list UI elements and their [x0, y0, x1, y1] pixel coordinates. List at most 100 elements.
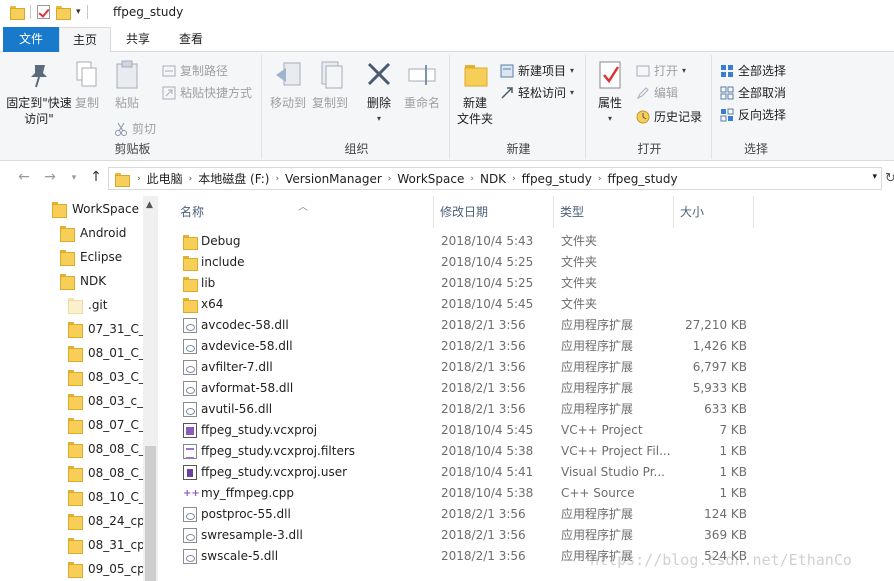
tree-item[interactable]: WorkSpace [52, 197, 139, 221]
file-row[interactable]: avformat-58.dll 2018/2/1 3:56 应用程序扩展 5,933 … [158, 378, 894, 399]
file-row[interactable]: include 2018/10/4 5:25 文件夹 [158, 252, 894, 273]
chevron-right-icon[interactable]: › [135, 174, 143, 184]
folder-icon [183, 255, 198, 271]
breadcrumb-ffpeg-study-current[interactable]: ffpeg_study [603, 172, 681, 186]
select-none-button[interactable]: 全部取消 [720, 83, 786, 103]
cut-button[interactable]: 剪切 [114, 119, 156, 139]
file-row[interactable]: ffpeg_study.vcxproj.filters 2018/10/4 5:3… [158, 441, 894, 462]
file-size: 1,426 KB [692, 339, 747, 353]
file-row[interactable]: ffpeg_study.vcxproj 2018/10/4 5:45 VC++ Pr… [158, 420, 894, 441]
file-row[interactable]: my_ffmpeg.cpp 2018/10/4 5:38 C++ Source 1 K… [158, 483, 894, 504]
address-bar[interactable]: › 此电脑 › 本地磁盘 (F:) › VersionManager › Wor… [108, 167, 882, 190]
file-date: 2018/10/4 5:38 [441, 486, 534, 500]
chevron-right-icon[interactable]: › [468, 174, 476, 184]
copy-to-button[interactable]: 复制到 [310, 59, 350, 111]
breadcrumb-ffpeg-study[interactable]: ffpeg_study [518, 172, 596, 186]
delete-button[interactable]: 删除 ▾ [364, 59, 394, 127]
customize-toolbar-dropdown-icon[interactable]: ▾ [76, 7, 81, 17]
rename-button[interactable]: 重命名 [402, 59, 442, 111]
chevron-right-icon[interactable]: › [386, 174, 394, 184]
invert-selection-button[interactable]: 反向选择 [720, 105, 786, 125]
properties-check-icon[interactable] [37, 5, 50, 19]
file-row[interactable]: avfilter-7.dll 2018/2/1 3:56 应用程序扩展 6,797 K… [158, 357, 894, 378]
tree-item[interactable]: 08_01_C_( [68, 341, 150, 365]
chevron-right-icon[interactable]: › [273, 174, 281, 184]
tree-item[interactable]: 08_07_C_( [68, 413, 150, 437]
properties-dropdown-icon[interactable]: ▾ [592, 111, 628, 127]
file-row[interactable]: x64 2018/10/4 5:45 文件夹 [158, 294, 894, 315]
file-size: 27,210 KB [685, 318, 747, 332]
up-arrow-icon[interactable]: ↑ [86, 169, 106, 185]
paste-shortcut-button[interactable]: 粘贴快捷方式 [162, 83, 252, 103]
column-header-date[interactable]: 修改日期 [434, 196, 554, 228]
folder-icon [10, 5, 25, 20]
tree-item[interactable]: 07_31_C_( [68, 317, 150, 341]
dll-icon [183, 381, 197, 396]
file-row[interactable]: swresample-3.dll 2018/2/1 3:56 应用程序扩展 369 K… [158, 525, 894, 546]
copy-path-button[interactable]: 复制路径 [162, 61, 228, 81]
file-row[interactable]: lib 2018/10/4 5:25 文件夹 [158, 273, 894, 294]
file-type: 应用程序扩展 [561, 402, 634, 416]
file-row[interactable]: ffpeg_study.vcxproj.user 2018/10/4 5:41 Vi… [158, 462, 894, 483]
breadcrumb-versionmanager[interactable]: VersionManager [281, 172, 386, 186]
tab-share[interactable]: 共享 [116, 27, 160, 52]
file-name: avfilter-7.dll [201, 360, 273, 374]
file-row[interactable]: Debug 2018/10/4 5:43 文件夹 [158, 231, 894, 252]
scrollbar-thumb[interactable] [145, 446, 156, 581]
back-arrow-icon[interactable]: ← [14, 169, 34, 185]
tab-home[interactable]: 主页 [59, 27, 111, 53]
column-header-name[interactable]: 名称 ︿ [158, 196, 434, 228]
forward-arrow-icon[interactable]: → [40, 169, 60, 185]
tree-item[interactable]: 08_10_C_( [68, 485, 150, 509]
column-header-size[interactable]: 大小 [674, 196, 754, 228]
properties-button[interactable]: 属性 ▾ [592, 59, 628, 127]
tree-item[interactable]: .git [68, 293, 107, 317]
new-item-button[interactable]: 新建项目 ▾ [500, 61, 574, 81]
tree-item[interactable]: Android [60, 221, 126, 245]
move-to-button[interactable]: 移动到 [268, 59, 308, 111]
recent-locations-chevron-icon[interactable]: ▾ [64, 173, 84, 183]
file-row[interactable]: avutil-56.dll 2018/2/1 3:56 应用程序扩展 633 KB [158, 399, 894, 420]
pin-quick-access-button[interactable]: 固定到"快速访问" [6, 59, 72, 127]
select-all-button[interactable]: 全部选择 [720, 61, 786, 81]
breadcrumb-this-pc[interactable]: 此电脑 [143, 170, 187, 187]
easy-access-button[interactable]: 轻松访问 ▾ [500, 83, 574, 103]
breadcrumb-ndk[interactable]: NDK [476, 172, 510, 186]
scroll-up-icon[interactable]: ▲ [146, 200, 153, 210]
folder-icon [115, 172, 130, 187]
tree-item[interactable]: 08_24_cpp [68, 509, 152, 533]
refresh-icon[interactable]: ↻ [885, 171, 894, 186]
paste-button[interactable]: 粘贴 [114, 59, 140, 111]
edit-button[interactable]: 编辑 [636, 83, 678, 103]
tree-item[interactable]: Eclipse [60, 245, 122, 269]
tree-item[interactable]: 08_03_C_( [68, 365, 150, 389]
tree-item[interactable]: 08_03_c_( [68, 389, 148, 413]
history-button[interactable]: 历史记录 [636, 107, 702, 127]
tree-item[interactable]: 08_31_cpp [68, 533, 152, 557]
chevron-right-icon[interactable]: › [596, 174, 604, 184]
address-history-chevron-icon[interactable]: ▾ [872, 172, 877, 182]
tree-item[interactable]: 08_08_C_( [68, 437, 150, 461]
file-name: lib [201, 276, 216, 290]
file-row[interactable]: avdevice-58.dll 2018/2/1 3:56 应用程序扩展 1,426 … [158, 336, 894, 357]
chevron-right-icon[interactable]: › [187, 174, 195, 184]
tab-view[interactable]: 查看 [169, 27, 213, 52]
tree-item[interactable]: 08_08_C_( [68, 461, 150, 485]
breadcrumb-workspace[interactable]: WorkSpace [393, 172, 468, 186]
navigation-pane-scrollbar[interactable]: ▲ [143, 196, 158, 581]
tree-item[interactable]: NDK [60, 269, 106, 293]
file-row[interactable]: avcodec-58.dll 2018/2/1 3:56 应用程序扩展 27,210 … [158, 315, 894, 336]
tree-item[interactable]: 09_05_cpp [68, 557, 152, 581]
file-row[interactable]: postproc-55.dll 2018/2/1 3:56 应用程序扩展 124 KB [158, 504, 894, 525]
new-folder-button[interactable]: 新建 文件夹 [454, 59, 496, 127]
column-header-type[interactable]: 类型 [554, 196, 674, 228]
new-folder-icon[interactable] [56, 5, 71, 20]
copy-button[interactable]: 复制 [74, 59, 100, 111]
file-type: 应用程序扩展 [561, 507, 634, 521]
open-button[interactable]: 打开 ▾ [636, 61, 686, 81]
chevron-right-icon[interactable]: › [510, 174, 518, 184]
breadcrumb-drive[interactable]: 本地磁盘 (F:) [194, 170, 273, 187]
delete-dropdown-icon[interactable]: ▾ [364, 111, 394, 127]
file-date: 2018/2/1 3:56 [441, 402, 526, 416]
tab-file[interactable]: 文件 [3, 27, 59, 52]
